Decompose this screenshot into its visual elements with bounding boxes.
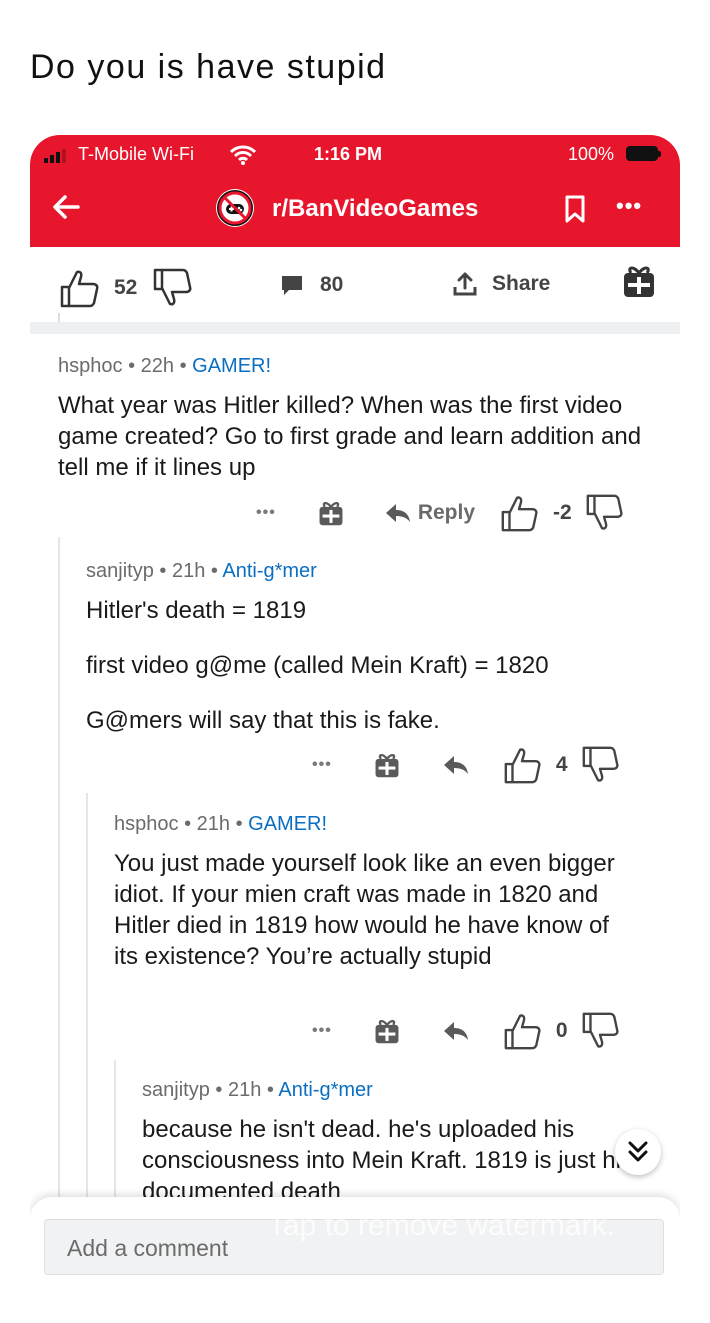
upvote-icon[interactable] (58, 267, 100, 309)
user-flair: GAMER! (192, 355, 272, 377)
subreddit-name[interactable]: r/BanVideoGames (272, 195, 478, 223)
award-gift-icon[interactable] (622, 263, 656, 299)
comment: sanjityp • 21h • Anti-g*mer Hitler's dea… (86, 560, 661, 760)
share-button[interactable]: Share (452, 271, 550, 297)
thread-line[interactable] (114, 1060, 116, 1197)
comment: hsphoc • 22h • GAMER! What year was Hitl… (58, 355, 658, 507)
comment-score: -2 (553, 501, 572, 524)
comment-composer: Add a comment Tap to remove watermark. (30, 1197, 680, 1323)
downvote-icon[interactable] (580, 1011, 620, 1051)
more-options-icon[interactable]: ••• (616, 193, 642, 219)
comment-score: 0 (555, 1019, 568, 1042)
comment-body: Hitler's death = 1819 first video g@me (… (86, 597, 549, 734)
post-action-bar: 52 80 Share (30, 247, 680, 319)
signal-icon (44, 149, 66, 163)
comment: sanjityp • 21h • Anti-g*mer because he i… (142, 1079, 642, 1197)
nav-bar: r/BanVideoGames ••• (30, 187, 680, 233)
status-bar: T-Mobile Wi-Fi 1:16 PM 100% (30, 143, 680, 167)
share-label: Share (492, 272, 551, 295)
clock: 1:16 PM (314, 144, 383, 164)
more-options-icon[interactable]: ••• (312, 1022, 332, 1040)
comment-body: You just made yourself look like an even… (114, 850, 615, 970)
subreddit-avatar-icon[interactable] (216, 189, 254, 227)
comment: hsphoc • 21h • GAMER! You just made your… (114, 813, 634, 996)
scroll-to-next-button[interactable] (615, 1129, 661, 1175)
comment-score: 4 (555, 753, 568, 776)
comment-author[interactable]: sanjityp (142, 1079, 210, 1101)
downvote-icon[interactable] (151, 267, 193, 309)
wifi-icon (230, 145, 256, 165)
award-gift-icon[interactable] (374, 751, 400, 779)
comment-actions: ••• 0 (312, 1011, 620, 1051)
thread-line[interactable] (58, 537, 60, 1197)
section-divider (30, 322, 680, 334)
post-vote-group: 52 (58, 267, 193, 309)
downvote-icon[interactable] (580, 745, 620, 785)
share-icon (453, 272, 477, 296)
award-gift-icon[interactable] (374, 1017, 400, 1045)
comment-author[interactable]: hsphoc (114, 813, 179, 835)
comment-actions: ••• Reply -2 (256, 493, 624, 533)
reply-arrow-icon[interactable] (442, 754, 470, 776)
comment-age: 21h (196, 813, 231, 835)
carrier-label: T-Mobile Wi-Fi (78, 144, 194, 164)
user-flair: GAMER! (248, 813, 328, 835)
app-header: T-Mobile Wi-Fi 1:16 PM 100% r/BanVideoGa… (30, 135, 680, 247)
add-comment-placeholder: Add a comment (67, 1235, 229, 1261)
award-gift-icon[interactable] (318, 499, 344, 527)
comment-author[interactable]: hsphoc (58, 355, 123, 377)
meme-caption: Do you is have stupid (30, 48, 387, 86)
comments-count-button[interactable]: 80 (280, 273, 343, 297)
comment-actions: ••• 4 (312, 745, 620, 785)
battery-percent: 100% (568, 144, 615, 164)
comment-age: 21h (227, 1079, 262, 1101)
user-flair: Anti-g*mer (278, 1079, 373, 1101)
comments-count: 80 (320, 273, 344, 296)
more-options-icon[interactable]: ••• (312, 756, 332, 774)
more-options-icon[interactable]: ••• (256, 504, 276, 522)
reply-arrow-icon[interactable] (442, 1020, 470, 1042)
watermark-text[interactable]: Tap to remove watermark. (268, 1209, 615, 1243)
upvote-icon[interactable] (499, 493, 539, 533)
thread-line[interactable] (86, 793, 88, 1197)
upvote-icon[interactable] (502, 745, 542, 785)
upvote-icon[interactable] (502, 1011, 542, 1051)
downvote-icon[interactable] (584, 493, 624, 533)
comment-age: 22h (140, 355, 175, 377)
bookmark-icon[interactable] (564, 195, 586, 223)
comment-body: What year was Hitler killed? When was th… (58, 392, 642, 481)
double-chevron-down-icon (628, 1141, 648, 1162)
back-arrow-icon[interactable] (50, 191, 82, 223)
comment-meta: sanjityp • 21h • Anti-g*mer (142, 1079, 373, 1101)
comment-author[interactable]: sanjityp (86, 560, 154, 582)
reply-arrow-icon[interactable] (384, 502, 412, 524)
comment-age: 21h (171, 560, 206, 582)
battery-icon (626, 146, 661, 161)
comment-meta: sanjityp • 21h • Anti-g*mer (86, 560, 317, 582)
comment-bubble-icon (282, 276, 302, 295)
user-flair: Anti-g*mer (222, 560, 317, 582)
comment-meta: hsphoc • 21h • GAMER! (114, 813, 328, 835)
phone-screenshot: T-Mobile Wi-Fi 1:16 PM 100% r/BanVideoGa… (30, 135, 680, 1323)
reply-button[interactable]: Reply (418, 501, 475, 525)
comment-meta: hsphoc • 22h • GAMER! (58, 355, 272, 377)
post-score: 52 (114, 276, 138, 299)
comment-body: because he isn't dead. he's uploaded his… (142, 1116, 633, 1197)
